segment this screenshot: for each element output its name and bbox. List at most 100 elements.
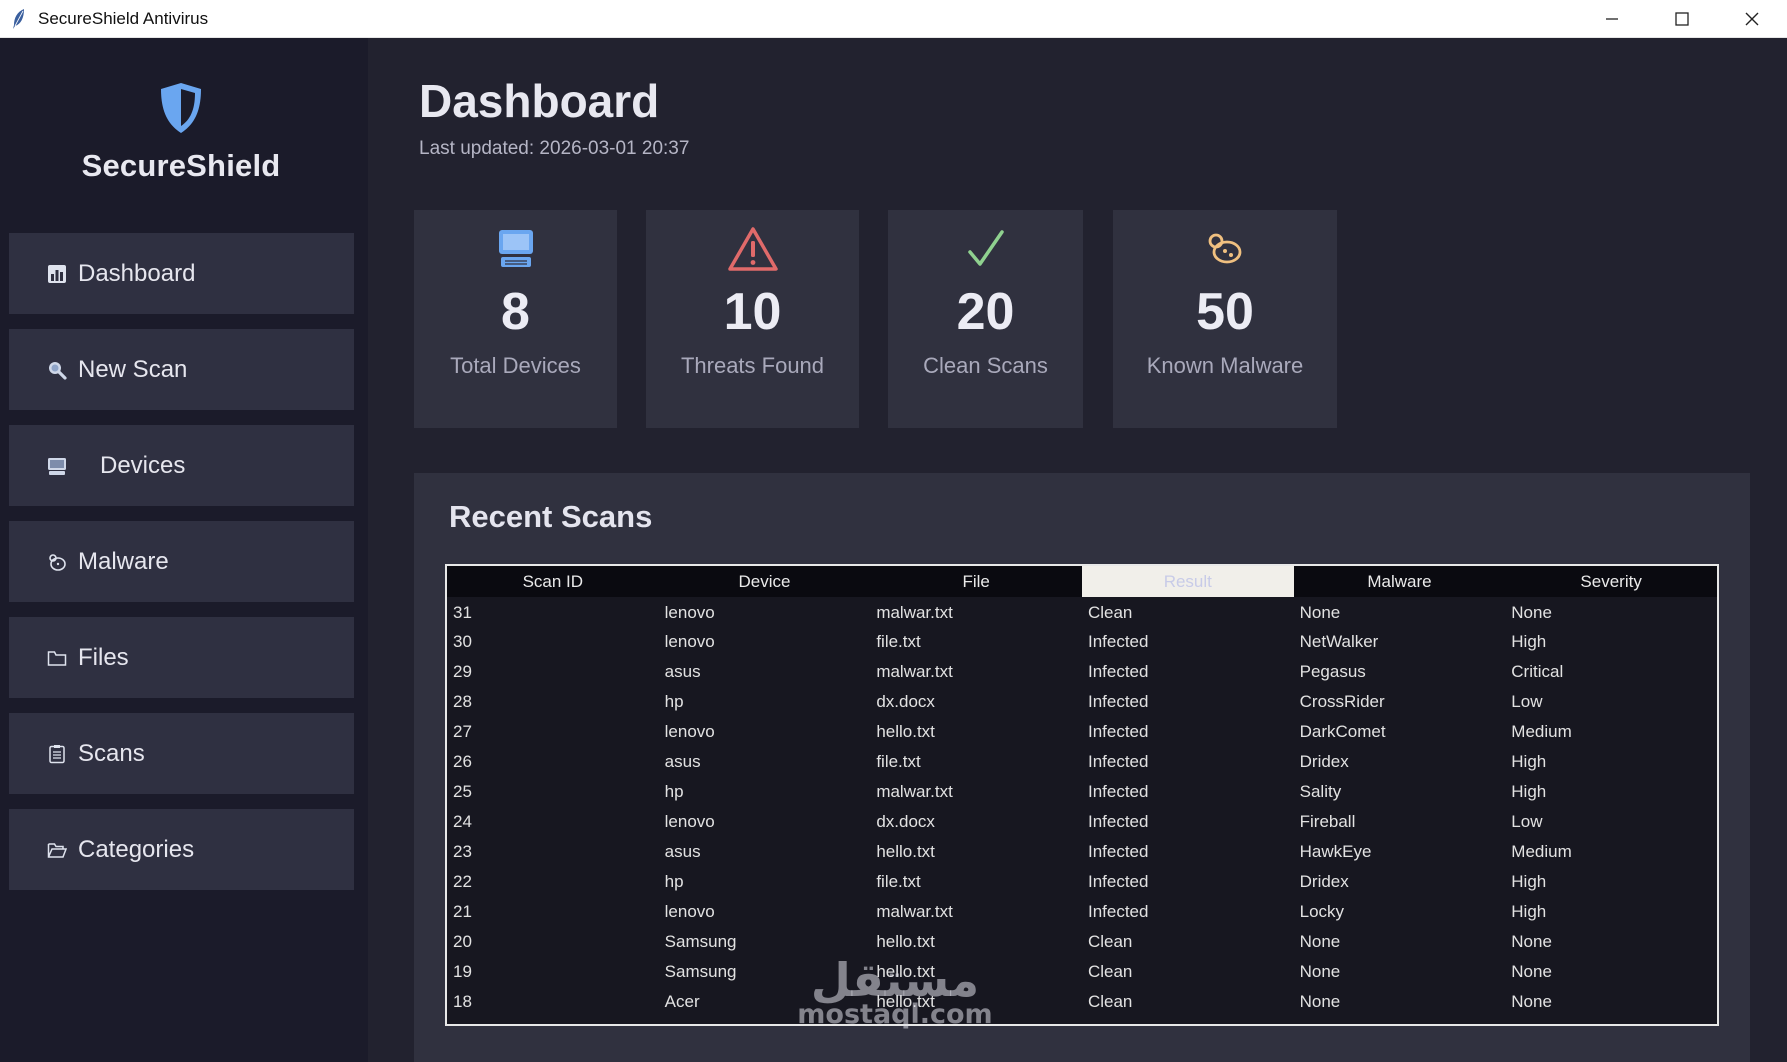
column-header-device[interactable]: Device bbox=[658, 566, 871, 597]
table-header-row: Scan ID Device File Result Malware Sever… bbox=[447, 566, 1717, 597]
cell-device: Acer bbox=[664, 992, 700, 1011]
table-row[interactable]: 18 Acer hello.txt Clean None None bbox=[447, 987, 1717, 1017]
cell-device: lenovo bbox=[664, 603, 715, 622]
maximize-button[interactable] bbox=[1647, 0, 1717, 38]
column-header-severity[interactable]: Severity bbox=[1505, 566, 1717, 597]
magnifier-icon bbox=[46, 359, 68, 381]
checkmark-icon bbox=[967, 230, 1004, 266]
cell-malware: Fireball bbox=[1299, 812, 1356, 831]
column-header-scan-id[interactable]: Scan ID bbox=[447, 566, 659, 597]
cell-result: Infected bbox=[1087, 752, 1149, 771]
cell-malware: Dridex bbox=[1299, 752, 1349, 771]
cell-device: asus bbox=[664, 842, 701, 861]
cell-result: Infected bbox=[1087, 902, 1149, 921]
table-row[interactable]: 30 lenovo file.txt Infected NetWalker High bbox=[447, 627, 1717, 657]
close-button[interactable] bbox=[1717, 0, 1787, 38]
recent-scans-title: Recent Scans bbox=[449, 499, 653, 534]
bar-chart-icon bbox=[46, 263, 68, 285]
sidebar-item-label: Devices bbox=[100, 451, 186, 479]
stat-card-known-malware: 50 Known Malware bbox=[1113, 210, 1337, 428]
stat-value: 8 bbox=[501, 283, 530, 341]
table-row[interactable]: 24 lenovo dx.docx Infected Fireball Low bbox=[447, 807, 1717, 837]
cell-scan-id: 20 bbox=[453, 932, 472, 951]
cell-severity: Critical bbox=[1511, 662, 1564, 681]
cell-malware: CrossRider bbox=[1299, 692, 1385, 711]
close-icon bbox=[1745, 12, 1759, 26]
cell-malware: DarkComet bbox=[1299, 722, 1386, 741]
sidebar-item-categories[interactable]: Categories bbox=[9, 809, 354, 890]
cell-device: Samsung bbox=[664, 932, 737, 951]
minimize-button[interactable] bbox=[1577, 0, 1647, 38]
table-row[interactable]: 28 hp dx.docx Infected CrossRider Low bbox=[447, 687, 1717, 717]
table-row[interactable]: 29 asus malwar.txt Infected Pegasus Critical bbox=[447, 657, 1717, 687]
cell-severity: High bbox=[1511, 902, 1547, 921]
recent-scans-panel: Recent Scans Scan ID Device File Result … bbox=[414, 473, 1750, 1062]
cell-file: malwar.txt bbox=[876, 902, 953, 921]
table-row[interactable]: 31 lenovo malwar.txt Clean None None bbox=[447, 597, 1717, 627]
cell-file: file.txt bbox=[876, 752, 921, 771]
cell-scan-id: 30 bbox=[453, 632, 472, 651]
table-row[interactable]: 25 hp malwar.txt Infected Sality High bbox=[447, 777, 1717, 807]
brand-name: SecureShield bbox=[81, 148, 281, 183]
sidebar-item-scans[interactable]: Scans bbox=[9, 713, 354, 794]
cell-result: Clean bbox=[1087, 992, 1133, 1011]
cell-malware: None bbox=[1299, 603, 1341, 622]
cell-severity: None bbox=[1511, 932, 1552, 951]
cell-scan-id: 19 bbox=[453, 962, 472, 981]
cell-result: Infected bbox=[1087, 692, 1149, 711]
cell-result: Infected bbox=[1087, 842, 1149, 861]
cell-scan-id: 22 bbox=[453, 872, 472, 891]
cell-scan-id: 24 bbox=[453, 812, 472, 831]
cell-result: Infected bbox=[1087, 872, 1149, 891]
last-updated: Last updated: 2026-03-01 20:37 bbox=[419, 138, 690, 159]
cell-malware: Pegasus bbox=[1299, 662, 1366, 681]
table-row[interactable]: 23 asus hello.txt Infected HawkEye Medium bbox=[447, 837, 1717, 867]
cell-severity: High bbox=[1511, 782, 1547, 801]
table-row[interactable]: 19 Samsung hello.txt Clean None None bbox=[447, 957, 1717, 987]
cell-scan-id: 21 bbox=[453, 902, 472, 921]
table-row[interactable]: 22 hp file.txt Infected Dridex High bbox=[447, 867, 1717, 897]
shield-icon bbox=[161, 83, 201, 133]
cell-device: lenovo bbox=[664, 902, 715, 921]
bug-icon bbox=[1208, 233, 1242, 264]
computer-icon bbox=[498, 230, 533, 267]
sidebar-item-new-scan[interactable]: New Scan bbox=[9, 329, 354, 410]
computer-icon bbox=[46, 455, 68, 477]
cell-scan-id: 27 bbox=[453, 722, 472, 741]
scans-table[interactable]: Scan ID Device File Result Malware Sever… bbox=[445, 564, 1719, 1026]
logo: SecureShield bbox=[0, 80, 362, 184]
cell-result: Clean bbox=[1087, 962, 1133, 981]
cell-malware: Sality bbox=[1299, 782, 1342, 801]
sidebar-item-files[interactable]: Files bbox=[9, 617, 354, 698]
stat-label: Threats Found bbox=[680, 353, 825, 378]
sidebar-item-label: New Scan bbox=[78, 355, 188, 383]
cell-malware: Dridex bbox=[1299, 872, 1349, 891]
table-row[interactable]: 21 lenovo malwar.txt Infected Locky High bbox=[447, 897, 1717, 927]
sidebar: SecureShield Dashboard New Scan Devices … bbox=[0, 38, 368, 1062]
cell-malware: None bbox=[1299, 932, 1341, 951]
maximize-icon bbox=[1675, 12, 1689, 26]
open-folder-icon bbox=[46, 839, 68, 861]
cell-severity: Low bbox=[1511, 812, 1543, 831]
cell-device: hp bbox=[664, 872, 684, 891]
cell-malware: None bbox=[1299, 962, 1341, 981]
sidebar-item-dashboard[interactable]: Dashboard bbox=[9, 233, 354, 314]
table-row[interactable]: 20 Samsung hello.txt Clean None None bbox=[447, 927, 1717, 957]
cell-file: hello.txt bbox=[876, 932, 935, 951]
cell-severity: None bbox=[1511, 962, 1552, 981]
sidebar-item-malware[interactable]: Malware bbox=[9, 521, 354, 602]
clipboard-icon bbox=[46, 743, 68, 765]
column-header-malware[interactable]: Malware bbox=[1293, 566, 1506, 597]
table-row[interactable]: 27 lenovo hello.txt Infected DarkComet Medium bbox=[447, 717, 1717, 747]
sidebar-item-devices[interactable]: Devices bbox=[9, 425, 354, 506]
cell-scan-id: 28 bbox=[453, 692, 472, 711]
stat-label: Known Malware bbox=[1146, 353, 1304, 378]
cell-malware: NetWalker bbox=[1299, 632, 1379, 651]
cell-file: malwar.txt bbox=[876, 662, 953, 681]
cell-scan-id: 26 bbox=[453, 752, 472, 771]
column-header-file[interactable]: File bbox=[870, 566, 1082, 597]
table-row[interactable]: 26 asus file.txt Infected Dridex High bbox=[447, 747, 1717, 777]
cell-severity: Medium bbox=[1511, 842, 1572, 861]
sidebar-item-label: Dashboard bbox=[78, 259, 196, 287]
column-header-result[interactable]: Result bbox=[1081, 566, 1294, 597]
